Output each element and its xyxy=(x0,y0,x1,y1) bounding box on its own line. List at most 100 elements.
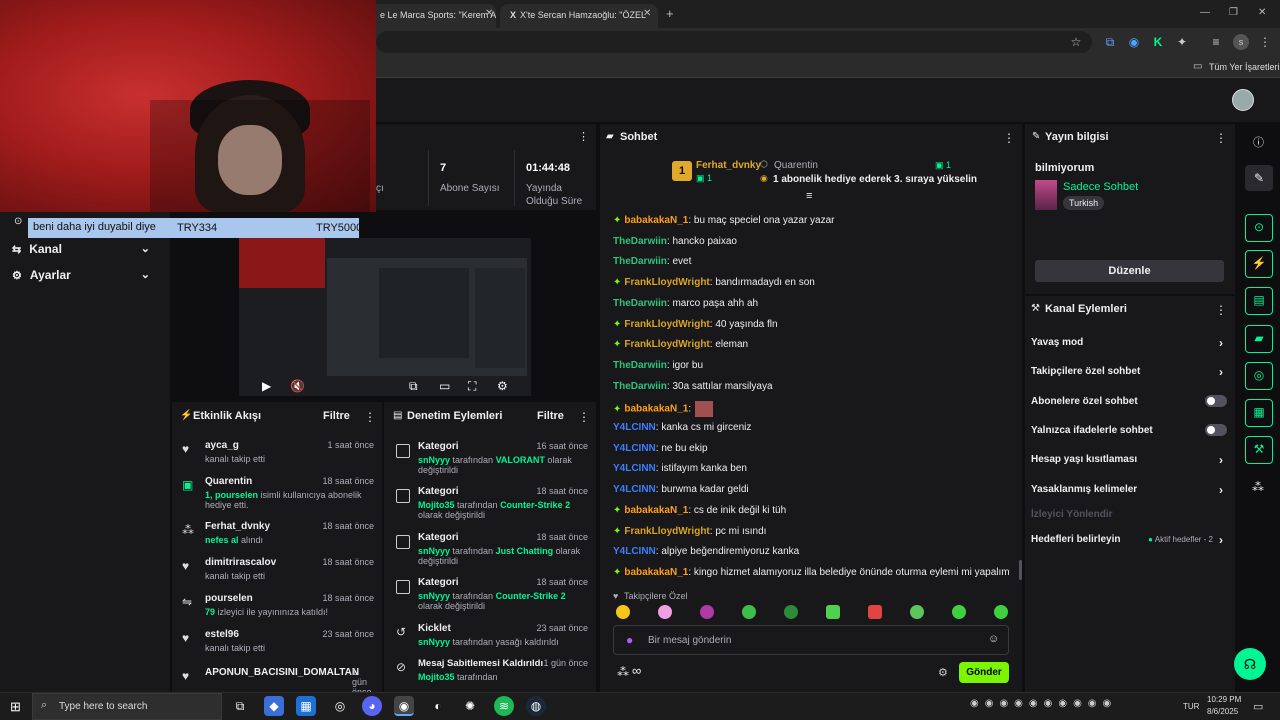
chat-username[interactable]: FrankLloydWright xyxy=(624,339,709,350)
emote-icon[interactable] xyxy=(742,605,756,619)
user-avatar[interactable] xyxy=(1232,89,1254,111)
theatre-icon[interactable]: ▭ xyxy=(439,379,450,393)
action-account-age[interactable]: Hesap yaşı kısıtlaması › xyxy=(1031,453,1227,467)
chat-username[interactable]: FrankLloydWright xyxy=(624,277,709,288)
windows-start-icon[interactable]: ⊞ xyxy=(10,699,21,715)
kick-extension-icon[interactable]: K xyxy=(1150,34,1166,50)
all-bookmarks-link[interactable]: Tüm Yer İşaretleri xyxy=(1209,62,1280,72)
stream-preview-frame[interactable] xyxy=(239,238,531,396)
language-indicator[interactable]: TUR xyxy=(1183,702,1199,711)
activity-menu-icon[interactable]: ⋮ xyxy=(364,410,376,424)
info-icon[interactable]: ⓘ xyxy=(1253,134,1264,150)
translate-icon[interactable]: ⧉ xyxy=(1102,34,1118,50)
settings-icon[interactable]: ⚙ xyxy=(497,379,508,393)
chat-username[interactable]: FrankLloydWright xyxy=(624,319,709,330)
chat-username[interactable]: FrankLloydWright xyxy=(624,526,709,537)
action-followers-only[interactable]: Takipçilere özel sohbet › xyxy=(1031,365,1227,379)
app-icon[interactable]: ◎ xyxy=(330,696,350,716)
copilot-icon[interactable]: ◆ xyxy=(264,696,284,716)
clock-time[interactable]: 10:29 PM xyxy=(1207,695,1241,704)
reading-list-icon[interactable]: ≡ xyxy=(1208,34,1224,50)
menu-kebab-icon[interactable]: ⋮ xyxy=(1257,34,1273,50)
send-button[interactable]: Gönder xyxy=(959,662,1009,683)
close-window-icon[interactable]: ✕ xyxy=(1258,7,1266,18)
top-gifter-name[interactable]: Ferhat_dvnky xyxy=(696,160,761,171)
system-tray-icons[interactable]: ◉◉◉◉◉◉◉◉◉◉ xyxy=(970,698,1170,714)
chat-scrollbar[interactable] xyxy=(1019,560,1022,580)
layout-tool-icon[interactable]: ▦ xyxy=(1245,399,1273,427)
minimize-icon[interactable]: — xyxy=(1200,7,1210,18)
close-tab-icon[interactable]: ✕ xyxy=(643,8,651,19)
broadcast-tool-icon[interactable]: ◎ xyxy=(1245,362,1273,390)
emote-icon[interactable] xyxy=(868,605,882,619)
browser-tab[interactable]: e Le Marca Sports: "Kerem A xyxy=(370,4,496,28)
language-tag[interactable]: Turkish xyxy=(1063,196,1105,210)
fullscreen-icon[interactable]: ⛶ xyxy=(468,379,476,394)
action-goals[interactable]: Hedefleri belirleyin ● Aktif hedefler - 2… xyxy=(1031,533,1227,547)
emote-only-toggle[interactable] xyxy=(1205,424,1227,436)
discord-icon[interactable]: ◕ xyxy=(362,696,382,716)
profile-icon[interactable]: s xyxy=(1233,34,1249,50)
close-tab-icon[interactable]: ✕ xyxy=(485,8,493,19)
edit-button[interactable]: Düzenle xyxy=(1035,260,1224,282)
mod-filter-button[interactable]: Filtre xyxy=(537,410,564,422)
emote-icon[interactable] xyxy=(826,605,840,619)
emote-icon[interactable] xyxy=(994,605,1008,619)
points-icon[interactable]: ⁂ xyxy=(617,665,629,679)
emote-icon[interactable] xyxy=(784,605,798,619)
chat-username[interactable]: TheDarwiin xyxy=(613,236,667,247)
chat-username[interactable]: TheDarwiin xyxy=(613,360,667,371)
lightning-tool-icon[interactable]: ⚡ xyxy=(1245,250,1273,278)
notification-icon[interactable]: ▭ xyxy=(1253,700,1263,713)
chat-input[interactable]: ● Bir mesaj gönderin ☺ xyxy=(613,625,1009,655)
maximize-icon[interactable]: ❐ xyxy=(1229,7,1238,18)
extensions-icon[interactable]: ✦ xyxy=(1174,34,1190,50)
taskbar-search[interactable]: ⌕ Type here to search xyxy=(32,693,222,720)
activity-filter-button[interactable]: Filtre xyxy=(323,410,350,422)
chat-username[interactable]: babakakaN_1 xyxy=(624,505,688,516)
steam-icon[interactable]: ◍ xyxy=(526,696,546,716)
chat-username[interactable]: TheDarwiin xyxy=(613,256,667,267)
bookmark-star-icon[interactable]: ☆ xyxy=(1068,34,1084,50)
help-button-icon[interactable]: ☊ xyxy=(1234,648,1266,680)
subscribers-only-toggle[interactable] xyxy=(1205,395,1227,407)
mod-menu-icon[interactable]: ⋮ xyxy=(578,410,590,424)
app-icon[interactable]: ✺ xyxy=(460,696,480,716)
chat-username[interactable]: babakakaN_1 xyxy=(624,215,688,226)
chat-menu-icon[interactable]: ⋮ xyxy=(1003,131,1015,145)
action-slow-mode[interactable]: Yavaş mod › xyxy=(1031,336,1227,350)
nav-item-ayarlar[interactable]: ⚙ Ayarlar ⌄ xyxy=(12,268,162,282)
action-banned-words[interactable]: Yasaklanmış kelimeler › xyxy=(1031,483,1227,497)
mic-icon[interactable]: ● xyxy=(626,633,633,647)
spotify-icon[interactable]: ≋ xyxy=(494,696,514,716)
emote-icon[interactable] xyxy=(616,605,630,619)
address-bar[interactable] xyxy=(376,31,1092,53)
clock-date[interactable]: 8/6/2025 xyxy=(1207,707,1238,716)
wrench-tool-icon[interactable]: ⚒ xyxy=(1245,436,1273,464)
browser-tab[interactable]: X X'te Sercan Hamzaoğlu: "ÖZEL xyxy=(500,4,658,28)
new-tab-icon[interactable]: + xyxy=(666,6,674,21)
nav-item-kanal[interactable]: ⇆ Kanal ⌄ xyxy=(12,242,162,256)
chat-username[interactable]: babakakaN_1 xyxy=(624,404,688,415)
obs-icon[interactable]: ◐ xyxy=(428,696,448,716)
chat-username[interactable]: Y4LCINN xyxy=(613,422,656,433)
expand-icon[interactable]: ≡ xyxy=(806,190,812,202)
chat-username[interactable]: Y4LCINN xyxy=(613,463,656,474)
actions-menu-icon[interactable]: ⋮ xyxy=(1215,303,1227,317)
emote-icon[interactable] xyxy=(952,605,966,619)
chat-username[interactable]: babakakaN_1 xyxy=(624,567,688,578)
chat-username[interactable]: Y4LCINN xyxy=(613,484,656,495)
edit-tool-icon[interactable]: ✎ xyxy=(1245,165,1273,191)
emoji-icon[interactable]: ☺ xyxy=(988,633,999,645)
chat-username[interactable]: Y4LCINN xyxy=(613,443,656,454)
chat-tool-icon[interactable]: ▰ xyxy=(1245,325,1273,353)
chrome-icon[interactable]: ◉ xyxy=(394,696,414,716)
category-link[interactable]: Sadece Sohbet xyxy=(1063,181,1138,193)
emote-icon[interactable] xyxy=(700,605,714,619)
document-tool-icon[interactable]: ▤ xyxy=(1245,287,1273,315)
chat-username[interactable]: TheDarwiin xyxy=(613,298,667,309)
points-tool-icon[interactable]: ⁂ xyxy=(1252,480,1264,494)
stats-menu-icon[interactable]: ⋮ xyxy=(578,130,589,143)
camera-tool-icon[interactable]: ⊙ xyxy=(1245,214,1273,242)
second-gifter-name[interactable]: Quarentin xyxy=(774,160,818,171)
